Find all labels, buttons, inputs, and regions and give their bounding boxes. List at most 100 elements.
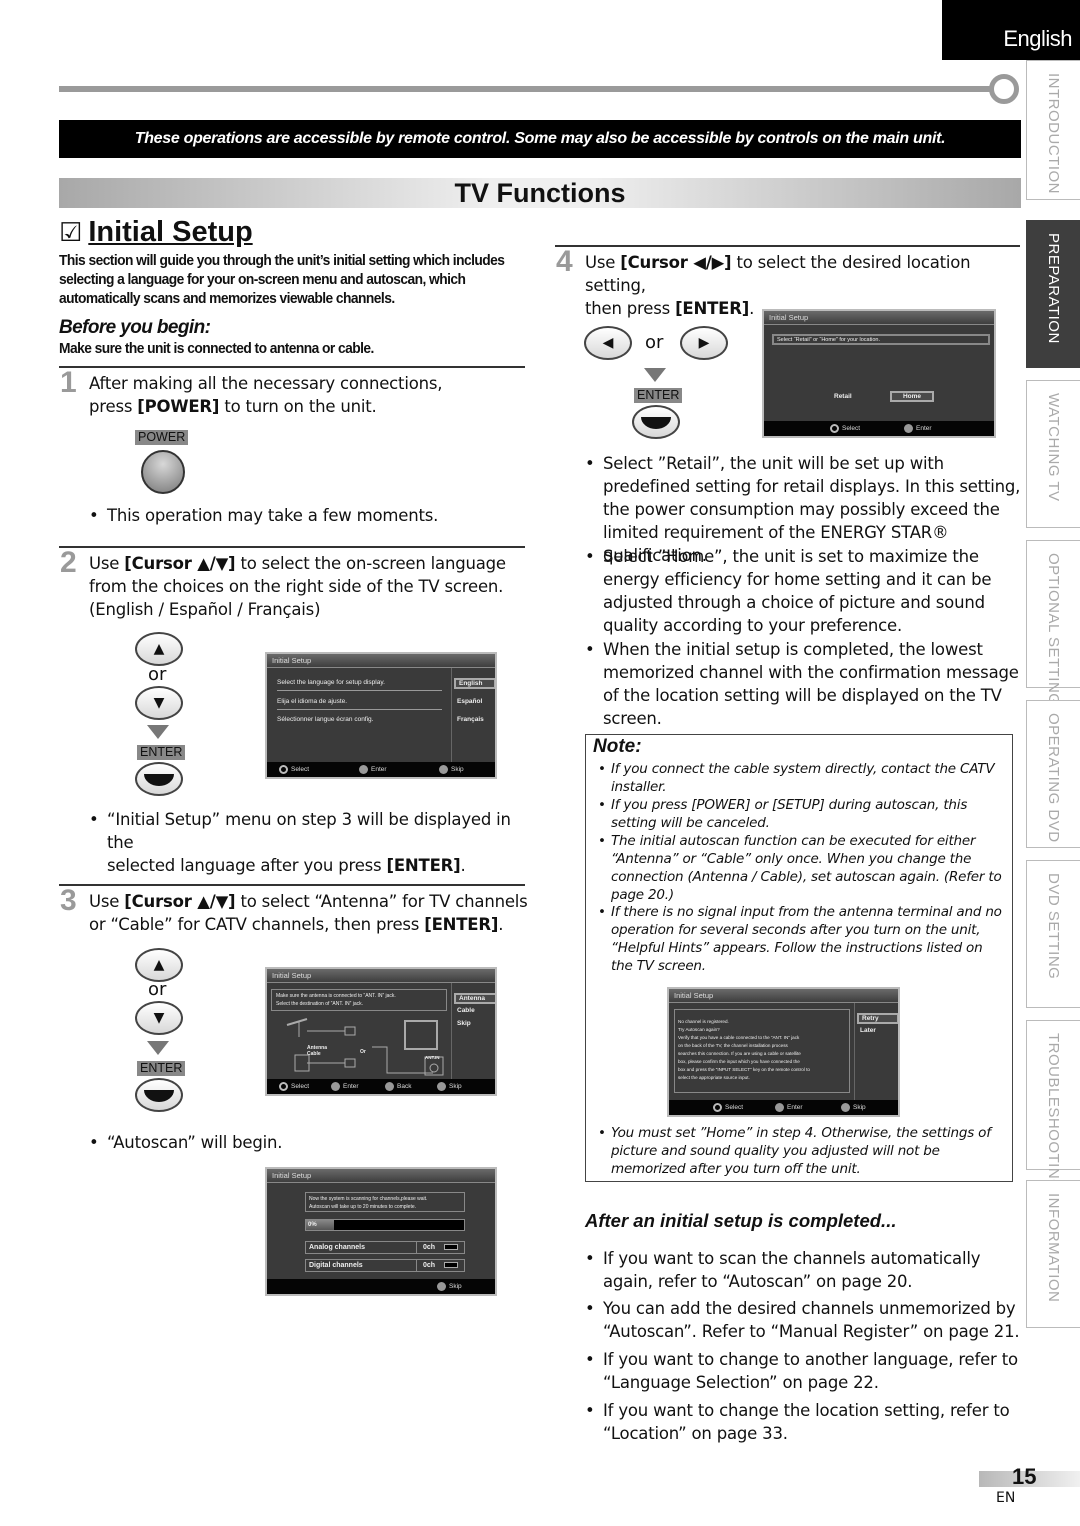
page-title-text: TV Functions: [454, 177, 626, 208]
enter-button-icon: [632, 405, 680, 439]
step4-bullet: Select ”Home”, the unit is set to maximi…: [585, 545, 1021, 637]
section-intro: This section will guide you through the …: [59, 251, 528, 308]
language-tab: English: [942, 0, 1080, 60]
arrow-down-icon: [147, 725, 169, 739]
step3-bullet: “Autoscan” will begin.: [89, 1131, 519, 1154]
option-english[interactable]: English: [454, 678, 495, 689]
tv-screen-language: Initial Setup Select the language for se…: [265, 652, 497, 779]
diagram-label: Or: [360, 1049, 366, 1055]
setup-key-icon: [439, 765, 448, 774]
side-tab-preparation[interactable]: PREPARATION: [1026, 220, 1080, 368]
option-column: English Español Français: [451, 668, 495, 762]
option-cable[interactable]: Cable: [457, 1007, 475, 1014]
cursor-ring-icon: [279, 1082, 288, 1091]
section-heading: ☑ Initial Setup: [59, 216, 253, 249]
screen-title: Initial Setup: [764, 311, 994, 325]
digital-channels-row: Digital channels 0ch: [305, 1259, 465, 1272]
screen-row: Sélectionner langue écran config.: [277, 716, 374, 723]
step1-bullet: This operation may take a few moments.: [89, 504, 519, 527]
or-text: or: [148, 979, 167, 1000]
option-column: Antenna Cable Skip: [451, 983, 495, 1079]
option-retry[interactable]: Retry: [857, 1013, 898, 1024]
side-tab-dvd-setting[interactable]: DVD SETTING: [1026, 860, 1080, 1008]
progress-label: 0%: [306, 1220, 334, 1230]
step-line: (English / Español / Français): [89, 600, 321, 619]
antenna-connection-diagram: [286, 1018, 444, 1076]
enter-button-icon: [135, 762, 183, 796]
side-tab-label: INTRODUCTION: [1045, 73, 1062, 194]
option-antenna[interactable]: Antenna: [454, 993, 495, 1004]
cursor-up-button-icon: ▲: [135, 948, 183, 982]
intro-line: This section will guide you through the …: [59, 252, 505, 269]
side-tab-information[interactable]: INFORMATION: [1026, 1180, 1080, 1328]
scan-progress-bar: 0%: [305, 1219, 465, 1231]
screen-title: Initial Setup: [669, 989, 898, 1003]
screen-footer: Select Enter Back Skip: [267, 1079, 495, 1094]
step3-text: Use [Cursor ▲/▼] to select “Antenna” for…: [89, 890, 529, 936]
screen-row: Select the language for setup display.: [277, 679, 442, 691]
page-title: TV Functions: [59, 178, 1021, 208]
step-line: Use [Cursor ◀/▶] to select the desired l…: [585, 253, 971, 295]
note-item: If there is no signal input from the ant…: [598, 903, 1006, 975]
option-home[interactable]: Home: [890, 391, 934, 402]
section-title: Initial Setup: [88, 216, 253, 248]
tv-screen-antenna: Initial Setup Make sure the antenna is c…: [265, 967, 497, 1096]
side-tab-introduction[interactable]: INTRODUCTION: [1026, 60, 1080, 200]
key-ref: [POWER]: [137, 397, 220, 416]
key-ref: [Cursor ▲/▼]: [124, 892, 236, 911]
ring-ornament-icon: [989, 74, 1019, 104]
option-espanol[interactable]: Español: [457, 698, 482, 705]
step-divider: [59, 546, 525, 548]
remote-control-banner: These operations are accessible by remot…: [59, 120, 1021, 158]
side-tab-troubleshooting[interactable]: TROUBLESHOOTING: [1026, 1020, 1080, 1191]
step2-text: Use [Cursor ▲/▼] to select the on-screen…: [89, 552, 529, 621]
screen-message: Select “Retail” or “Home” for your locat…: [772, 334, 990, 345]
page-number: 15: [1012, 1464, 1037, 1489]
enter-button-icon: [135, 1078, 183, 1112]
step-line: Use [Cursor ▲/▼] to select “Antenna” for…: [89, 892, 528, 911]
after-setup-heading: After an initial setup is completed...: [585, 1210, 897, 1231]
setup-key-icon: [841, 1103, 850, 1112]
step-divider: [59, 884, 525, 886]
side-tab-optional-setting[interactable]: OPTIONAL SETTING: [1026, 540, 1080, 705]
after-item: If you want to scan the channels automat…: [585, 1247, 1021, 1293]
cursor-up-button-icon: ▲: [135, 632, 183, 666]
step-line: from the choices on the right side of th…: [89, 577, 504, 596]
power-key-label: POWER: [135, 430, 189, 445]
side-tab-operating-dvd[interactable]: OPERATING DVD: [1026, 700, 1080, 848]
cursor-right-button-icon: ▶: [680, 326, 728, 360]
cursor-ring-icon: [279, 765, 288, 774]
screen-footer: Skip: [267, 1279, 495, 1294]
option-retail[interactable]: Retail: [834, 393, 852, 400]
key-ref: [ENTER]: [424, 915, 499, 934]
tv-screen-no-channel: Initial Setup No channel is registered. …: [667, 987, 900, 1117]
enter-key-label: ENTER: [137, 745, 186, 760]
enter-dot-icon: [904, 424, 913, 433]
option-later[interactable]: Later: [860, 1027, 876, 1034]
enter-key-label: ENTER: [634, 388, 683, 403]
step-line: Use [Cursor ▲/▼] to select the on-screen…: [89, 554, 506, 573]
side-tab-watching-tv[interactable]: WATCHING TV: [1026, 380, 1080, 528]
option-francais[interactable]: Français: [457, 716, 484, 723]
intro-line: selecting a language for your on-screen …: [59, 271, 466, 288]
option-skip[interactable]: Skip: [457, 1020, 471, 1027]
cursor-down-button-icon: ▼: [135, 686, 183, 720]
after-item: You can add the desired channels unmemor…: [585, 1297, 1021, 1343]
step-number: 4: [556, 245, 573, 278]
step-line: After making all the necessary connectio…: [89, 374, 443, 393]
or-text: or: [645, 332, 664, 353]
intro-line: automatically scans and memorizes viewab…: [59, 290, 395, 307]
enter-dot-icon: [331, 1082, 340, 1091]
tv-screen-location: Initial Setup Select “Retail” or “Home” …: [762, 309, 996, 438]
cursor-down-button-icon: ▼: [135, 1001, 183, 1035]
note-item: If you press [POWER] or [SETUP] during a…: [598, 796, 1006, 832]
screen-message: Now the system is scanning for channels,…: [305, 1192, 465, 1212]
screen-title: Initial Setup: [267, 969, 495, 983]
tv-screen-autoscan: Initial Setup Now the system is scanning…: [265, 1167, 497, 1296]
note-item: If you connect the cable system directly…: [598, 760, 1006, 796]
step2-bullet: “Initial Setup” menu on step 3 will be d…: [89, 808, 529, 877]
screen-title: Initial Setup: [267, 654, 495, 668]
language-code: EN: [996, 1490, 1016, 1506]
step-number: 3: [60, 884, 77, 917]
enter-dot-icon: [359, 765, 368, 774]
